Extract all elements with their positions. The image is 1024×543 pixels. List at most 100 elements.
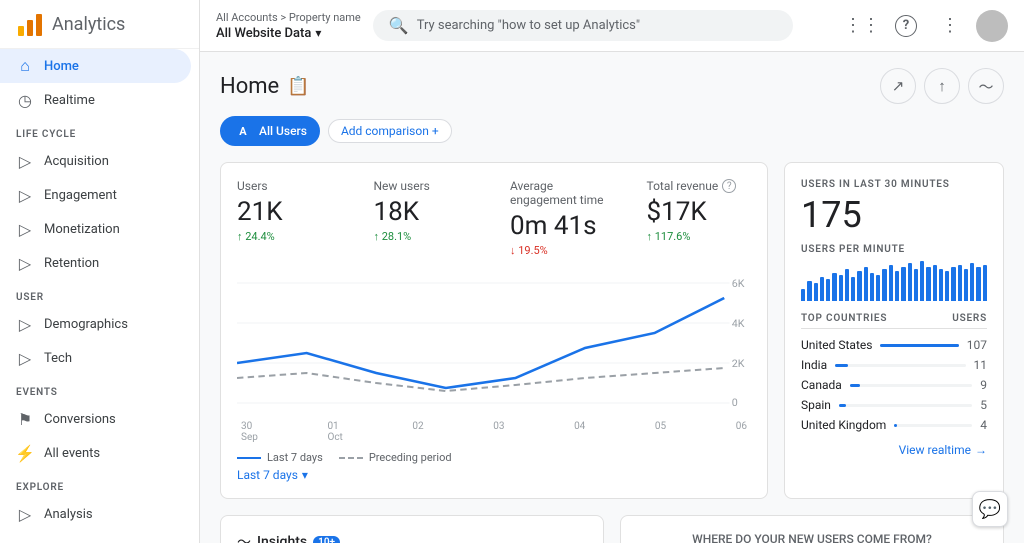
- chat-fab-button[interactable]: 💬: [972, 491, 1008, 527]
- all-users-chip[interactable]: A All Users: [220, 116, 320, 146]
- x-label-1: 01Oct: [327, 421, 342, 443]
- search-placeholder: Try searching "how to set up Analytics": [417, 18, 640, 33]
- sidebar-item-retention[interactable]: ▷ Retention: [0, 246, 191, 280]
- all-events-icon: ⚡: [16, 444, 34, 462]
- property-selector[interactable]: All Website Data ▾: [216, 26, 361, 41]
- country-bar-container: [894, 424, 972, 427]
- date-range-dropdown-icon: ▾: [302, 468, 308, 482]
- compare-icon: 〜: [978, 76, 993, 97]
- sidebar-item-tech[interactable]: ▷ Tech: [0, 341, 191, 375]
- share-icon: ↑: [938, 77, 946, 95]
- country-count: 9: [980, 378, 987, 392]
- sidebar-item-acquisition[interactable]: ▷ Acquisition: [0, 144, 191, 178]
- apps-icon-button[interactable]: ⋮⋮: [844, 8, 880, 44]
- mini-bar-item: [976, 267, 980, 301]
- country-name: India: [801, 358, 827, 372]
- users-value: 21K: [237, 197, 342, 228]
- section-events: EVENTS: [0, 375, 199, 402]
- add-comparison-button[interactable]: Add comparison +: [328, 119, 452, 143]
- breadcrumb-text: All Accounts > Property name: [216, 11, 361, 24]
- sidebar-item-monetization[interactable]: ▷ Monetization: [0, 212, 191, 246]
- realtime-card: USERS IN LAST 30 MINUTES 175 USERS PER M…: [784, 162, 1004, 499]
- realtime-sublabel: USERS PER MINUTE: [801, 244, 987, 255]
- sidebar-item-all-events[interactable]: ⚡ All events: [0, 436, 191, 470]
- metric-revenue: Total revenue ? $17K ↑ 117.6%: [647, 179, 752, 257]
- mini-bar-item: [895, 271, 899, 301]
- comparison-chip-label: All Users: [259, 124, 307, 138]
- x-label-0: 30Sep: [241, 421, 258, 443]
- edit-icon[interactable]: 📋: [287, 76, 309, 97]
- chart-legend: Last 7 days Preceding period: [237, 451, 751, 464]
- mini-bar-item: [857, 271, 861, 301]
- realtime-icon: ◷: [16, 91, 34, 109]
- mini-bar-chart: [801, 261, 987, 301]
- users-label: Users: [237, 179, 342, 193]
- legend-solid-line: [237, 457, 261, 459]
- search-bar[interactable]: 🔍 Try searching "how to set up Analytics…: [373, 10, 793, 41]
- country-name: United Kingdom: [801, 418, 886, 432]
- sidebar-item-analysis[interactable]: ▷ Analysis: [0, 497, 191, 531]
- property-dropdown-icon: ▾: [315, 26, 321, 40]
- mini-bar-item: [908, 263, 912, 301]
- mini-bar-item: [826, 279, 830, 301]
- new-users-value: 18K: [374, 197, 479, 228]
- insights-badge: 10+: [313, 536, 340, 543]
- share-button[interactable]: ↑: [924, 68, 960, 104]
- insights-title: 〜 Insights 10+: [237, 532, 587, 543]
- mini-bar-item: [964, 269, 968, 301]
- country-row: Spain 5: [801, 395, 987, 415]
- svg-text:4K: 4K: [732, 318, 745, 331]
- country-bar: [850, 384, 860, 387]
- mini-bar-item: [926, 267, 930, 301]
- svg-text:6K: 6K: [732, 278, 745, 291]
- mini-bar-item: [864, 267, 868, 301]
- mini-bar-item: [845, 269, 849, 301]
- country-row: India 11: [801, 355, 987, 375]
- mini-bar-item: [933, 265, 937, 301]
- add-comparison-label: Add comparison +: [341, 124, 439, 138]
- mini-bar-item: [920, 261, 924, 301]
- sidebar-item-demographics[interactable]: ▷ Demographics: [0, 307, 191, 341]
- acquisition-icon: ▷: [16, 152, 34, 170]
- metrics-card: Users 21K ↑ 24.4% New users 18K ↑ 28.1% …: [220, 162, 768, 499]
- mini-bar-item: [870, 273, 874, 301]
- view-realtime-label: View realtime: [899, 443, 971, 457]
- country-row: Canada 9: [801, 375, 987, 395]
- metrics-top: Users 21K ↑ 24.4% New users 18K ↑ 28.1% …: [237, 179, 751, 257]
- mini-bar-item: [801, 289, 805, 301]
- app-title: Analytics: [52, 14, 125, 35]
- date-range-selector[interactable]: Last 7 days ▾: [237, 468, 751, 482]
- compare-button[interactable]: 〜: [968, 68, 1004, 104]
- sidebar-item-engagement[interactable]: ▷ Engagement: [0, 178, 191, 212]
- engagement-value: 0m 41s: [510, 211, 615, 242]
- help-icon: ?: [895, 15, 917, 37]
- mini-bar-item: [851, 277, 855, 301]
- avatar[interactable]: [976, 10, 1008, 42]
- country-count: 4: [980, 418, 987, 432]
- sidebar-item-conversions[interactable]: ⚑ Conversions: [0, 402, 191, 436]
- section-explore: EXPLORE: [0, 470, 199, 497]
- chip-avatar: A: [233, 121, 253, 141]
- more-icon-button[interactable]: ⋮: [932, 8, 968, 44]
- help-icon-button[interactable]: ?: [888, 8, 924, 44]
- breadcrumb-top: All Accounts > Property name: [216, 11, 361, 24]
- apps-icon: ⋮⋮: [844, 15, 880, 36]
- country-bar: [880, 344, 958, 347]
- chart-area: 6K 4K 2K 0: [237, 273, 751, 413]
- page-title: Home: [220, 74, 279, 99]
- mini-bar-item: [889, 265, 893, 301]
- engagement-icon: ▷: [16, 186, 34, 204]
- sidebar-item-home[interactable]: ⌂ Home: [0, 49, 191, 83]
- section-configure: CONFIGURE: [0, 531, 199, 543]
- revenue-value: $17K: [647, 197, 752, 228]
- sidebar-item-realtime[interactable]: ◷ Realtime: [0, 83, 191, 117]
- revenue-info-icon[interactable]: ?: [722, 179, 736, 193]
- mini-bar-item: [951, 267, 955, 301]
- insights-label: Insights: [257, 534, 307, 543]
- sidebar-item-analysis-label: Analysis: [44, 507, 93, 522]
- realtime-count: 175: [801, 194, 987, 236]
- open-in-new-button[interactable]: ↗: [880, 68, 916, 104]
- engagement-label: Average engagement time: [510, 179, 615, 207]
- top-countries-header: TOP COUNTRIES USERS: [801, 313, 987, 329]
- view-realtime-button[interactable]: View realtime →: [801, 443, 987, 457]
